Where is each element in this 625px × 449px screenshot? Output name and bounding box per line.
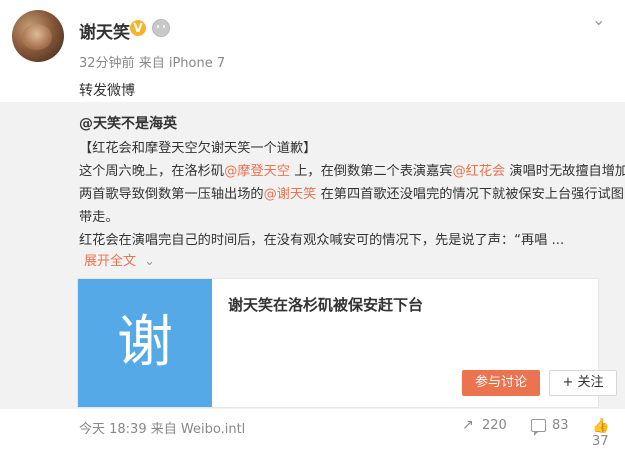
repost-text: 转发微博: [79, 83, 135, 99]
quoted-line-2: 两首歌导致倒数第一压轴出场的@谢天笑 在第四首歌还没唱完的情况下就被保安上台强行…: [79, 183, 624, 202]
user-name[interactable]: 谢天笑: [79, 18, 130, 43]
join-discussion-button[interactable]: 参与讨论: [462, 370, 540, 396]
topic-thumbnail: 谢: [78, 279, 212, 407]
quoted-post: @天笑不是海英 【红花会和摩登天空欠谢天笑一个道歉】 这个周六晚上，在洛杉矶@摩…: [0, 102, 625, 409]
line1-text-c: 演唱时无故擅自增加: [505, 164, 625, 179]
expand-label: 展开全文: [84, 254, 137, 269]
post-time[interactable]: 32分钟前: [79, 56, 135, 71]
line1-text-a: 这个周六晚上，在洛杉矶: [79, 164, 225, 179]
mention-modern-sky[interactable]: @摩登天空: [224, 164, 290, 179]
post-meta: 32分钟前 来自 iPhone 7: [79, 52, 225, 71]
post-source: iPhone 7: [168, 56, 226, 71]
topic-title[interactable]: 谢天笑在洛杉矶被保安赶下台: [228, 294, 423, 315]
line2-text-b: 在第四首歌还没唱完的情况下就被保安上台强行试图: [316, 187, 624, 202]
quoted-title: 【红花会和摩登天空欠谢天笑一个道歉】: [79, 141, 317, 156]
topic-card[interactable]: 谢 谢天笑在洛杉矶被保安赶下台 参与讨论 + 关注: [77, 278, 617, 408]
quoted-footer: 今天 18:39 来自 Weibo.intl 220 83 👍37: [0, 410, 625, 449]
mention-xie-tian-xiao[interactable]: @谢天笑: [264, 187, 317, 202]
share-icon: [462, 417, 476, 433]
comment-count: 83: [552, 418, 569, 433]
source-prefix: 来自: [138, 56, 165, 71]
thumbs-up-icon: 👍: [592, 418, 610, 434]
repost-action[interactable]: 220: [462, 417, 507, 434]
quoted-meta: 今天 18:39 来自 Weibo.intl: [79, 418, 245, 437]
quoted-line-4: 红花会在演唱完自己的时间后，在没有观众喊安可的情况下，先是说了声：“再唱 ...: [79, 233, 565, 248]
avatar[interactable]: [12, 10, 64, 62]
verified-badge-icon: V: [130, 20, 146, 36]
like-action[interactable]: 👍37: [592, 418, 625, 449]
comment-action[interactable]: 83: [531, 418, 569, 436]
repost-count: 220: [482, 418, 507, 433]
member-icon: [152, 19, 170, 37]
quoted-source: Weibo.intl: [180, 422, 246, 437]
mention-hong-hua-hui[interactable]: @红花会: [452, 164, 505, 179]
quoted-author[interactable]: @天笑不是海英: [79, 113, 177, 133]
chevron-down-icon: ⌄: [144, 254, 156, 269]
like-count: 37: [592, 434, 609, 449]
more-options-chevron-icon[interactable]: ⌄: [592, 12, 614, 28]
expand-full-text-link[interactable]: 展开全文 ⌄: [84, 250, 155, 269]
quoted-time[interactable]: 今天 18:39: [79, 422, 147, 437]
line1-text-b: 上，在倒数第二个表演嘉宾: [290, 164, 453, 179]
follow-button[interactable]: + 关注: [549, 370, 617, 396]
quoted-line-1: 这个周六晚上，在洛杉矶@摩登天空 上，在倒数第二个表演嘉宾@红花会 演唱时无故擅…: [79, 160, 625, 179]
quoted-source-prefix: 来自: [150, 422, 177, 437]
quoted-line-3: 带走。: [79, 210, 119, 225]
comment-icon: [531, 419, 546, 436]
line2-text-a: 两首歌导致倒数第一压轴出场的: [79, 187, 264, 202]
